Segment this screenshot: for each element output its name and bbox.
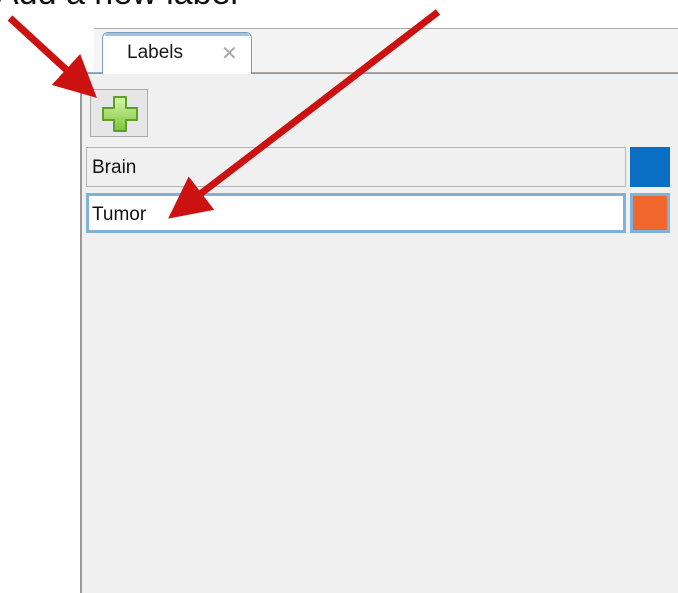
- arrow-to-add-button: [7, 15, 97, 98]
- label-name-brain: Brain: [92, 157, 137, 178]
- color-swatch-tumor[interactable]: [630, 193, 670, 233]
- tab-labels-title: Labels: [127, 42, 183, 63]
- annotation-caption: Add a new label: [0, 0, 238, 13]
- label-row-tumor[interactable]: Tumor: [86, 193, 626, 233]
- tab-labels[interactable]: Labels ✕: [102, 32, 252, 74]
- color-swatch-brain[interactable]: [630, 147, 670, 187]
- close-icon[interactable]: ✕: [221, 41, 238, 65]
- green-plus-icon: [102, 96, 138, 132]
- add-label-button[interactable]: [90, 89, 148, 137]
- label-row-brain[interactable]: Brain: [86, 147, 626, 187]
- label-name-tumor: Tumor: [92, 204, 147, 225]
